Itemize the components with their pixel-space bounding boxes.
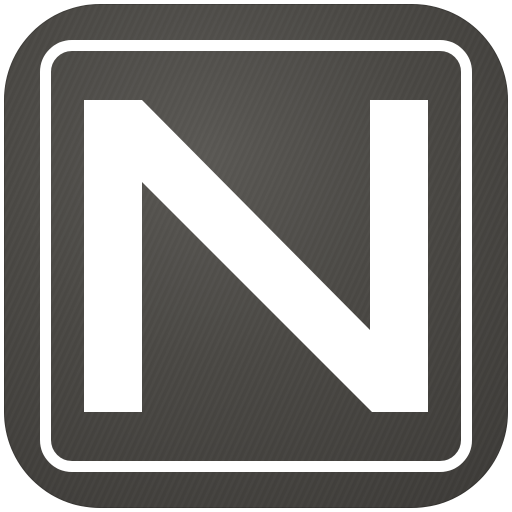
logo-letter: N (0, 0, 512, 512)
app-icon[interactable]: N (0, 0, 512, 512)
